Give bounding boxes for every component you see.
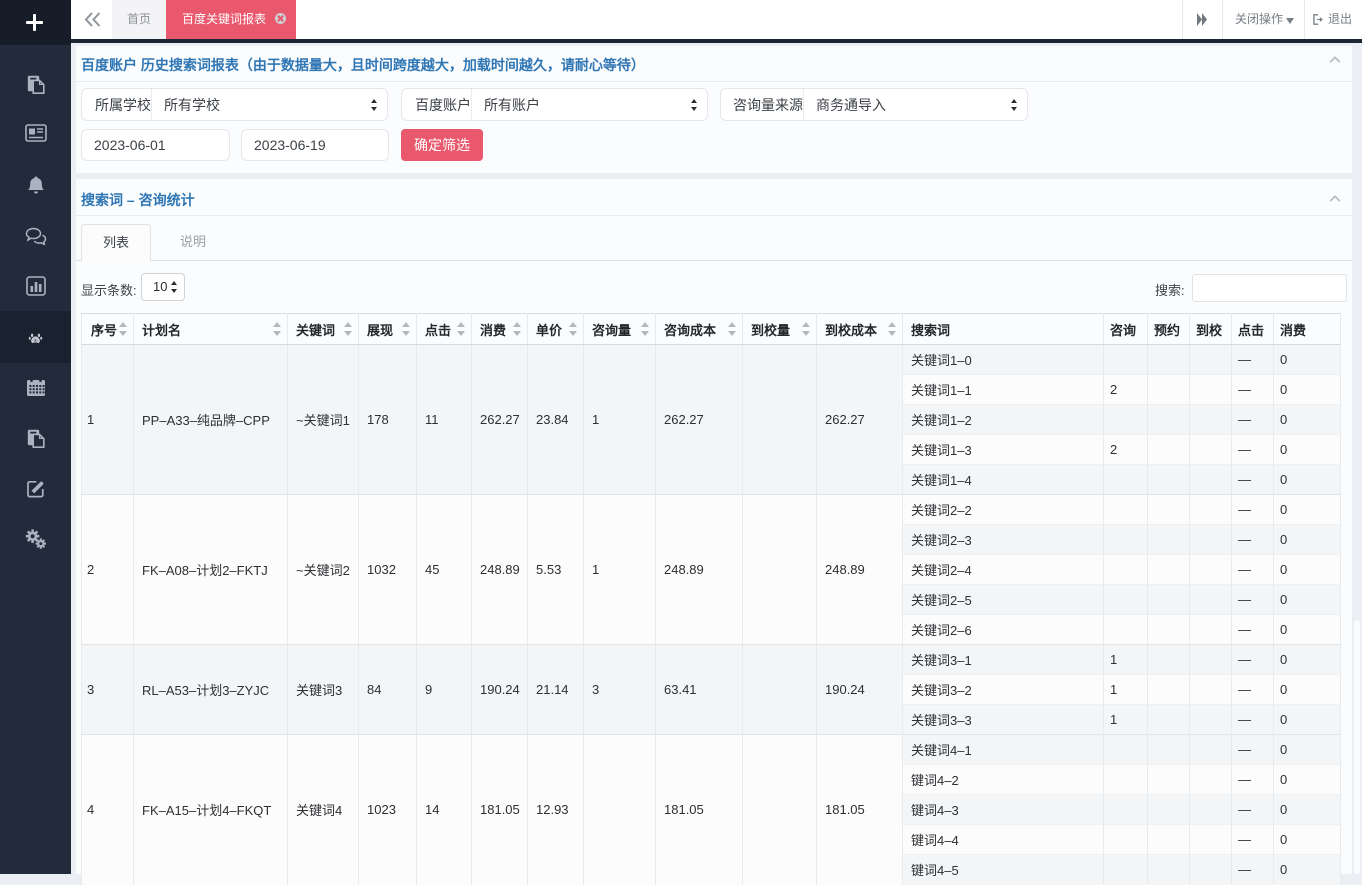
svg-text:du: du <box>34 338 38 342</box>
